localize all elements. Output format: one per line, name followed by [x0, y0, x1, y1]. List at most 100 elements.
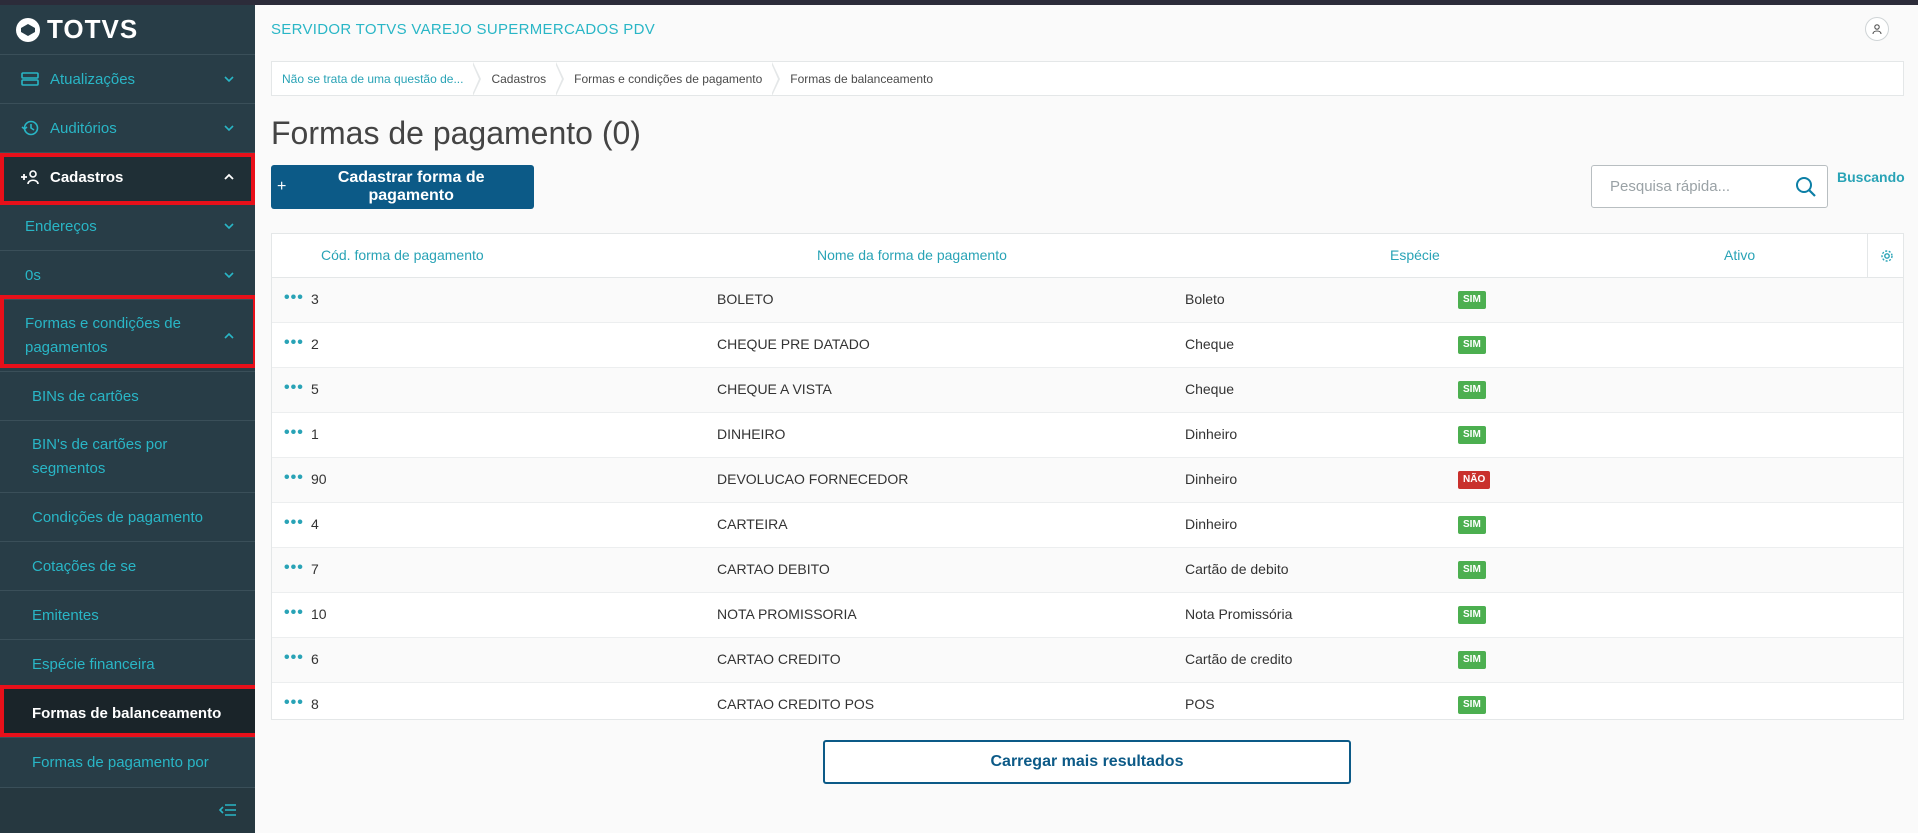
cell-name: DINHEIRO [717, 426, 786, 442]
add-payment-method-button[interactable]: + Cadastrar forma de pagamento [271, 165, 534, 209]
totvs-logo-icon [16, 17, 40, 42]
chevron-down-icon [224, 223, 234, 230]
sidebar-item-especie-financeira[interactable]: Espécie financeira [0, 639, 255, 688]
chevron-down-icon [224, 272, 234, 279]
cell-name: DEVOLUCAO FORNECEDOR [717, 471, 909, 487]
row-actions-button[interactable]: ••• [284, 649, 304, 667]
status-badge: SIM [1458, 336, 1486, 354]
search-icon[interactable] [1795, 176, 1817, 198]
sidebar-item-enderecos[interactable]: Endereços [0, 201, 255, 250]
button-label: Cadastrar forma de pagamento [337, 169, 485, 204]
table-row[interactable]: ••• 7 CARTAO DEBITO Cartão de debito SIM [272, 548, 1903, 593]
sidebar-item-bins-cartoes[interactable]: BINs de cartões [0, 371, 255, 420]
table-header: Cód. forma de pagamento Nome da forma de… [272, 234, 1903, 278]
table-row[interactable]: ••• 6 CARTAO CREDITO Cartão de credito SIM [272, 638, 1903, 683]
table-row[interactable]: ••• 90 DEVOLUCAO FORNECEDOR Dinheiro NÃO [272, 458, 1903, 503]
cell-species: Dinheiro [1185, 426, 1238, 442]
table-settings-button[interactable] [1867, 234, 1903, 277]
breadcrumb-item[interactable]: Formas e condições de pagamento [564, 62, 772, 95]
sidebar-item-cotacoes[interactable]: Cotações de se [0, 541, 255, 590]
sidebar-item-atualizacoes[interactable]: Atualizações [0, 54, 255, 103]
column-header-name[interactable]: Nome da forma de pagamento [817, 247, 1007, 263]
search-status-link[interactable]: Buscando [1837, 169, 1905, 185]
cell-name: CHEQUE PRE DATADO [717, 336, 870, 352]
row-actions-button[interactable]: ••• [284, 694, 304, 712]
table-row[interactable]: ••• 10 NOTA PROMISSORIA Nota Promissória SIM [272, 593, 1903, 638]
quick-search [1591, 165, 1828, 208]
table-row[interactable]: ••• 1 DINHEIRO Dinheiro SIM [272, 413, 1903, 458]
sidebar-item-label: Auditórios [50, 119, 117, 137]
cell-code: 6 [311, 651, 319, 667]
cell-code: 1 [311, 426, 319, 442]
cell-name: CARTAO CREDITO POS [717, 696, 875, 712]
cell-species: Cheque [1185, 381, 1235, 397]
sidebar-item-bins-segmentos[interactable]: BIN's de cartões por segmentos [0, 420, 255, 492]
sidebar-item-formas-balanceamento[interactable]: Formas de balanceamento [0, 688, 255, 737]
sidebar-item-label: BINs de cartões [32, 387, 139, 405]
row-actions-button[interactable]: ••• [284, 289, 304, 307]
history-icon [20, 119, 40, 137]
status-badge: NÃO [1458, 471, 1491, 489]
breadcrumb-separator [472, 61, 482, 96]
cell-name: CHEQUE A VISTA [717, 381, 832, 397]
row-actions-button[interactable]: ••• [284, 559, 304, 577]
column-header-active[interactable]: Ativo [1724, 247, 1755, 263]
sidebar-item-auditorios[interactable]: Auditórios [0, 103, 255, 152]
cell-species: Cheque [1185, 336, 1235, 352]
breadcrumb-separator [771, 61, 781, 96]
column-header-species[interactable]: Espécie [1390, 247, 1440, 263]
status-badge: SIM [1458, 381, 1486, 399]
row-actions-button[interactable]: ••• [284, 469, 304, 487]
breadcrumb-separator [555, 61, 565, 96]
row-actions-button[interactable]: ••• [284, 514, 304, 532]
cell-code: 2 [311, 336, 319, 352]
status-badge: SIM [1458, 606, 1486, 624]
table-row[interactable]: ••• 2 CHEQUE PRE DATADO Cheque SIM [272, 323, 1903, 368]
table-row[interactable]: ••• 3 BOLETO Boleto SIM [272, 278, 1903, 323]
sidebar-item-0s[interactable]: 0s [0, 250, 255, 299]
cell-species: Boleto [1185, 291, 1225, 307]
gear-icon [1880, 249, 1893, 262]
collapse-menu-icon[interactable] [219, 802, 237, 818]
cell-species: Nota Promissória [1185, 606, 1293, 622]
cell-code: 90 [311, 471, 327, 487]
sidebar-item-cadastros[interactable]: Cadastros [0, 152, 255, 201]
server-title: SERVIDOR TOTVS VAREJO SUPERMERCADOS PDV [271, 21, 656, 38]
row-actions-button[interactable]: ••• [284, 604, 304, 622]
load-more-button[interactable]: Carregar mais resultados [823, 740, 1351, 784]
row-actions-button[interactable]: ••• [284, 334, 304, 352]
chevron-up-icon [224, 332, 234, 339]
sidebar-item-formas-pagamento-por[interactable]: Formas de pagamento por [0, 737, 255, 786]
sidebar-item-label: 0s [25, 266, 41, 284]
cell-name: CARTAO DEBITO [717, 561, 830, 577]
search-input[interactable] [1608, 177, 1802, 196]
cell-species: Cartão de credito [1185, 651, 1293, 667]
status-badge: SIM [1458, 651, 1486, 669]
column-header-code[interactable]: Cód. forma de pagamento [321, 247, 484, 263]
sidebar-item-emitentes[interactable]: Emitentes [0, 590, 255, 639]
logo[interactable]: TOTVS [0, 5, 255, 54]
cell-species: Dinheiro [1185, 471, 1238, 487]
cell-code: 8 [311, 696, 319, 712]
payment-methods-table: Cód. forma de pagamento Nome da forma de… [271, 233, 1904, 720]
sidebar-item-label: Formas e condições de pagamentos [25, 314, 181, 356]
breadcrumb-item[interactable]: Cadastros [481, 62, 556, 95]
table-row[interactable]: ••• 5 CHEQUE A VISTA Cheque SIM [272, 368, 1903, 413]
add-user-icon [20, 169, 40, 185]
sidebar-item-formas-condicoes[interactable]: Formas e condições de pagamentos [0, 299, 255, 371]
row-actions-button[interactable]: ••• [284, 424, 304, 442]
chevron-down-icon [224, 125, 234, 132]
breadcrumb-item[interactable]: Não se trata de uma questão de... [272, 62, 473, 95]
table-row[interactable]: ••• 8 CARTAO CREDITO POS POS SIM [272, 683, 1903, 719]
user-menu-button[interactable] [1865, 17, 1889, 41]
sidebar-item-condicoes-pagamento[interactable]: Condições de pagamento [0, 492, 255, 541]
user-icon [1872, 24, 1882, 35]
cell-name: NOTA PROMISSORIA [717, 606, 857, 622]
status-badge: SIM [1458, 291, 1486, 309]
sidebar-footer [0, 787, 255, 833]
table-row[interactable]: ••• 4 CARTEIRA Dinheiro SIM [272, 503, 1903, 548]
status-badge: SIM [1458, 516, 1486, 534]
sidebar-item-label: Endereços [25, 217, 97, 235]
cell-code: 5 [311, 381, 319, 397]
row-actions-button[interactable]: ••• [284, 379, 304, 397]
